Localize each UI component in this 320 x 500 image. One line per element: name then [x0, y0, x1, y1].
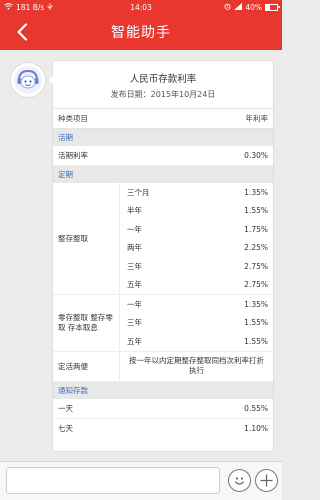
signal-icon [234, 2, 243, 12]
row-value: 0.55% [244, 403, 268, 413]
group-label: 整存整取 [53, 183, 120, 294]
rate: 1.55% [244, 336, 268, 346]
term: 三个月 [127, 187, 150, 197]
table-header: 种类项目 年利率 [53, 108, 273, 129]
message-input[interactable] [6, 467, 220, 494]
card-subtitle: 发布日期：2015年10月24日 [110, 90, 216, 99]
term: 五年 [127, 336, 142, 346]
row-value: 1.10% [244, 424, 268, 433]
term: 半年 [127, 206, 142, 216]
alarm-icon [224, 3, 231, 12]
note-text: 按一年以内定期整存整取同档次利率打折执行 [129, 356, 264, 375]
emoji-button[interactable] [228, 469, 251, 492]
header-rate: 年利率 [245, 114, 269, 123]
table-row: 七天 1.10% [53, 419, 273, 439]
battery-percent: 40% [245, 2, 262, 12]
row-value: 0.30% [244, 151, 268, 160]
rate: 2.25% [244, 243, 268, 253]
page-title: 智能助手 [111, 25, 171, 41]
term: 一年 [127, 224, 142, 234]
term: 两年 [127, 243, 142, 253]
row-label: 七天 [58, 424, 73, 433]
term: 三年 [127, 261, 142, 271]
table-row: 一天 0.55% [53, 399, 273, 419]
group-rows: 一年 1.35% 三年 1.55% 五年 1.55% [120, 295, 273, 351]
status-left: 181 B/s [4, 2, 53, 12]
table-row: 三年 2.75% [120, 257, 273, 276]
table-row: 五年 2.75% [120, 276, 273, 295]
table-row: 五年 1.55% [120, 332, 273, 351]
term: 三年 [127, 318, 142, 328]
back-arrow-icon [17, 23, 28, 41]
usb-icon [47, 2, 53, 12]
rate: 2.75% [244, 261, 268, 271]
battery-icon [265, 3, 280, 11]
status-right: 40% [224, 2, 280, 12]
assistant-avatar[interactable] [10, 62, 46, 98]
status-bar: 181 B/s 14:03 40% [0, 0, 282, 14]
note-label: 定活两便 [53, 351, 120, 381]
row-label: 活期利率 [58, 151, 88, 160]
table-row: 三个月 1.35% [120, 183, 273, 202]
back-button[interactable] [10, 20, 34, 44]
network-speed: 181 B/s [16, 2, 45, 12]
nav-bar: 智能助手 [0, 14, 282, 50]
rate: 2.75% [244, 280, 268, 290]
group-other-fixed: 零存整取 整存零取 存本取息 一年 1.35% 三年 1.55% 五年 1.55% [53, 295, 273, 352]
term: 五年 [127, 280, 142, 290]
rate: 1.35% [244, 299, 268, 309]
table-row: 活期利率 0.30% [53, 146, 273, 166]
rate-card: 人民币存款利率 发布日期：2015年10月24日 种类项目 年利率 活期 活期利… [47, 60, 274, 452]
table-row: 三年 1.55% [120, 314, 273, 333]
table-row: 一年 1.75% [120, 220, 273, 239]
section-fixed: 定期 [53, 166, 273, 183]
rate: 1.55% [244, 206, 268, 216]
smiley-icon [234, 477, 245, 485]
table-row: 两年 2.25% [120, 239, 273, 258]
add-button[interactable] [255, 469, 278, 492]
group-label: 零存整取 整存零取 存本取息 [53, 295, 120, 351]
rate: 1.75% [244, 224, 268, 234]
rate: 1.55% [244, 318, 268, 328]
section-current: 活期 [53, 129, 273, 146]
term: 一年 [127, 299, 142, 309]
table-row: 一年 1.35% [120, 295, 273, 314]
wifi-icon [4, 2, 13, 12]
table-row: 半年 1.55% [120, 202, 273, 221]
group-rows: 三个月 1.35% 半年 1.55% 一年 1.75% 两年 2.25% 三年 2.75%… [120, 183, 273, 294]
table-row: 定活两便 按一年以内定期整存整取同档次利率打折执行 [53, 351, 273, 382]
section-notice: 通知存款 [53, 381, 273, 399]
card-title: 人民币存款利率 [129, 74, 197, 85]
robot-assistant-icon [14, 66, 42, 94]
battery-fill [266, 4, 271, 10]
group-lump-sum: 整存整取 三个月 1.35% 半年 1.55% 一年 1.75% 两年 2.25% 三年… [53, 183, 273, 295]
input-bar [0, 461, 282, 500]
rate: 1.35% [244, 187, 268, 197]
row-label: 一天 [58, 403, 73, 413]
plus-icon [260, 474, 273, 487]
header-category: 种类项目 [58, 114, 88, 123]
